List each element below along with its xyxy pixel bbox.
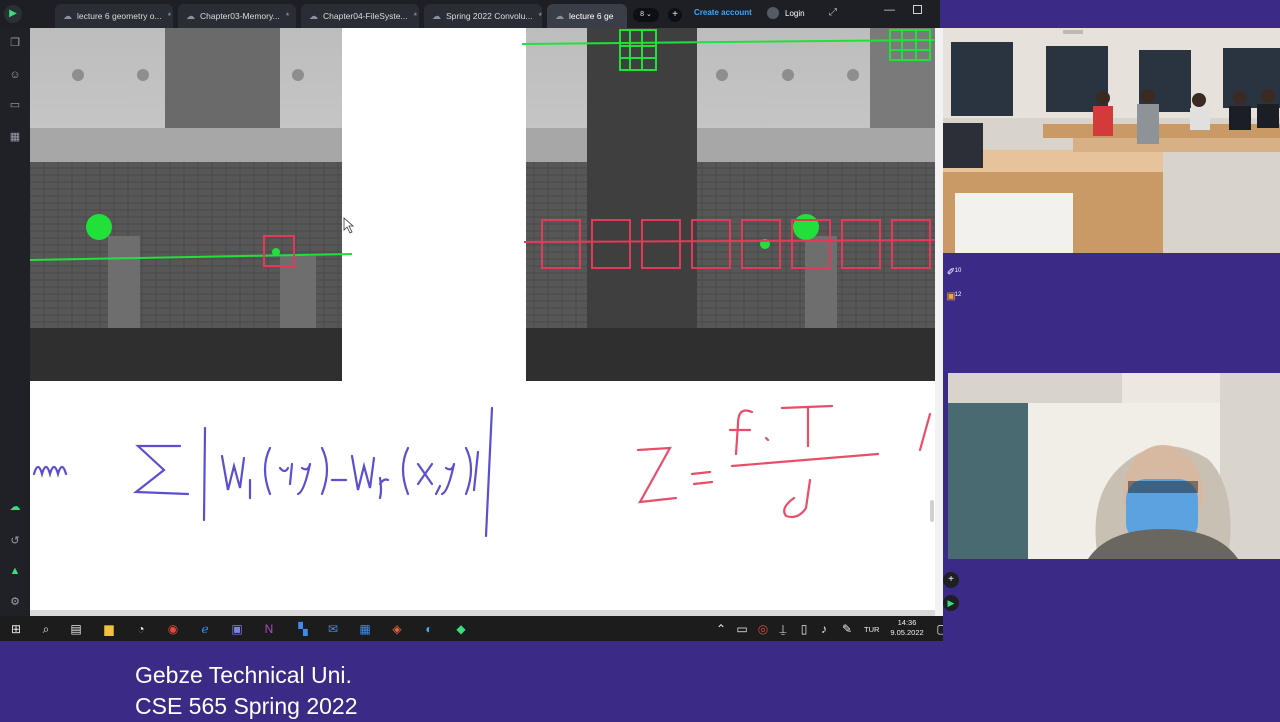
classroom-video-feed (943, 28, 1280, 253)
handwritten-depth-equation (636, 404, 932, 519)
cloud-icon: ☁ (63, 10, 72, 21)
tab-spring2022[interactable]: ☁ Spring 2022 Convolu... * (424, 4, 542, 28)
cloud-icon: ☁ (309, 10, 318, 21)
tray-clock[interactable]: 14:36 9.05.2022 (889, 618, 925, 638)
tab-label: Chapter03-Memory... (200, 11, 280, 21)
cloud-icon: ☁ (432, 10, 441, 21)
tab-chapter03[interactable]: ☁ Chapter03-Memory... * (178, 4, 296, 28)
tray-battery-icon[interactable]: ▭ (735, 622, 749, 636)
login-button[interactable]: Login (767, 7, 805, 19)
teams-icon[interactable]: ▣ (230, 622, 244, 636)
tab-chapter04[interactable]: ☁ Chapter04-FileSyste... * (301, 4, 419, 28)
people-icon[interactable]: ☺ (8, 68, 22, 82)
tray-volume-icon[interactable]: ♪ (817, 622, 831, 636)
task-view-icon[interactable]: ▤ (69, 622, 83, 636)
tab-label: lecture 6 geometry o... (77, 11, 162, 21)
pages-icon[interactable]: ❐ (8, 36, 22, 50)
presenter-scene (948, 373, 1280, 559)
canvas-right-strip (935, 28, 943, 616)
edge-icon[interactable]: ◐ (422, 622, 436, 636)
green-point-right (793, 214, 819, 240)
calendar-icon[interactable]: ▦ (358, 622, 372, 636)
mail-icon[interactable]: ✉ (326, 622, 340, 636)
presenter-video-feed (948, 373, 1280, 559)
badge-count: 10 (954, 268, 962, 274)
video-app-icon[interactable]: ▶ (943, 595, 959, 611)
tab-close-icon[interactable]: * (414, 11, 418, 21)
browser-tab-bar: ▶ ☁ lecture 6 geometry o... * ☁ Chapter0… (0, 0, 940, 28)
user-avatar-icon (767, 7, 779, 19)
teams-chat-icon[interactable]: ▚ (296, 622, 310, 636)
handwritten-sum-equation (32, 406, 494, 538)
expand-icon[interactable]: ⤢ (829, 7, 837, 18)
tab-label: lecture 6 ge (569, 11, 614, 21)
office-icon[interactable]: ◈ (390, 622, 404, 636)
windows-start-icon[interactable]: ⊞ (9, 622, 23, 636)
tray-app-icon[interactable]: ◎ (756, 622, 770, 636)
vertical-scroll-handle[interactable] (930, 500, 934, 522)
tab-close-icon[interactable]: * (538, 11, 542, 21)
chrome-icon[interactable]: ◉ (166, 622, 180, 636)
whiteboard-app-icon[interactable]: ◆ (454, 622, 468, 636)
caption-course: CSE 565 Spring 2022 (135, 693, 358, 719)
restore-icon[interactable] (913, 5, 922, 14)
tab-lecture6-active[interactable]: ☁ lecture 6 ge (547, 4, 627, 28)
tab-count-label: 8 (640, 11, 645, 18)
cloud-icon: ☁ (186, 10, 195, 21)
right-stereo-image (526, 28, 935, 381)
search-icon[interactable]: ⌕ (39, 622, 53, 636)
tab-close-icon[interactable]: * (168, 11, 172, 21)
minimize-icon[interactable]: — (884, 4, 895, 16)
login-label: Login (785, 8, 805, 18)
tray-network-icon[interactable]: ▯ (797, 622, 811, 636)
grid-icon[interactable]: ▦ (8, 130, 22, 144)
whiteboard-drawing (30, 28, 935, 538)
tab-lecture6-geometry[interactable]: ☁ lecture 6 geometry o... * (55, 4, 173, 28)
tab-count-dropdown[interactable]: 8 ⌄ (633, 8, 659, 22)
graduation-icon[interactable]: ▲ (8, 564, 22, 578)
tab-close-icon[interactable]: * (286, 11, 290, 21)
mouse-cursor-icon (343, 217, 355, 234)
classroom-scene (943, 28, 1280, 253)
tray-time: 14:36 (897, 618, 917, 627)
cloud-sync-icon[interactable]: ☁ (8, 500, 22, 514)
add-video-button[interactable]: + (943, 572, 959, 588)
app-logo-icon[interactable]: ▶ (4, 5, 22, 23)
green-point-left (86, 214, 112, 240)
settings-icon[interactable]: ⚙ (8, 595, 22, 609)
tray-mic-icon[interactable]: ⍊ (776, 622, 790, 636)
whiteboard-canvas[interactable] (30, 28, 935, 616)
green-match-left (272, 248, 280, 256)
edge-legacy-icon[interactable]: ℯ (198, 622, 212, 636)
course-caption: Gebze Technical Uni. CSE 565 Spring 2022 (135, 660, 358, 722)
left-sidebar: ❐ ☺ ▭ ▦ ☁ ↺ ▲ ⚙ (0, 28, 30, 616)
tray-chevron-icon[interactable]: ⌃ (714, 622, 728, 636)
tray-date: 9.05.2022 (890, 628, 924, 637)
new-tab-button[interactable]: + (668, 8, 682, 22)
keyboard-icon[interactable]: ▭ (8, 98, 22, 112)
onenote-icon[interactable]: N (262, 622, 276, 636)
tab-label: Spring 2022 Convolu... (446, 11, 533, 21)
tray-pen-icon[interactable]: ✎ (840, 622, 854, 636)
create-account-link[interactable]: Create account (694, 8, 752, 17)
left-stereo-image (30, 28, 342, 381)
tray-language[interactable]: TUR (864, 625, 879, 634)
tab-label: Chapter04-FileSyste... (323, 11, 408, 21)
badge-count: 12 (954, 292, 962, 298)
caption-university: Gebze Technical Uni. (135, 662, 352, 688)
file-explorer-icon[interactable]: ▆ (102, 622, 116, 636)
history-icon[interactable]: ↺ (8, 534, 22, 548)
cloud-icon: ☁ (555, 10, 564, 21)
clock-app-icon[interactable]: ◔ (134, 622, 148, 636)
